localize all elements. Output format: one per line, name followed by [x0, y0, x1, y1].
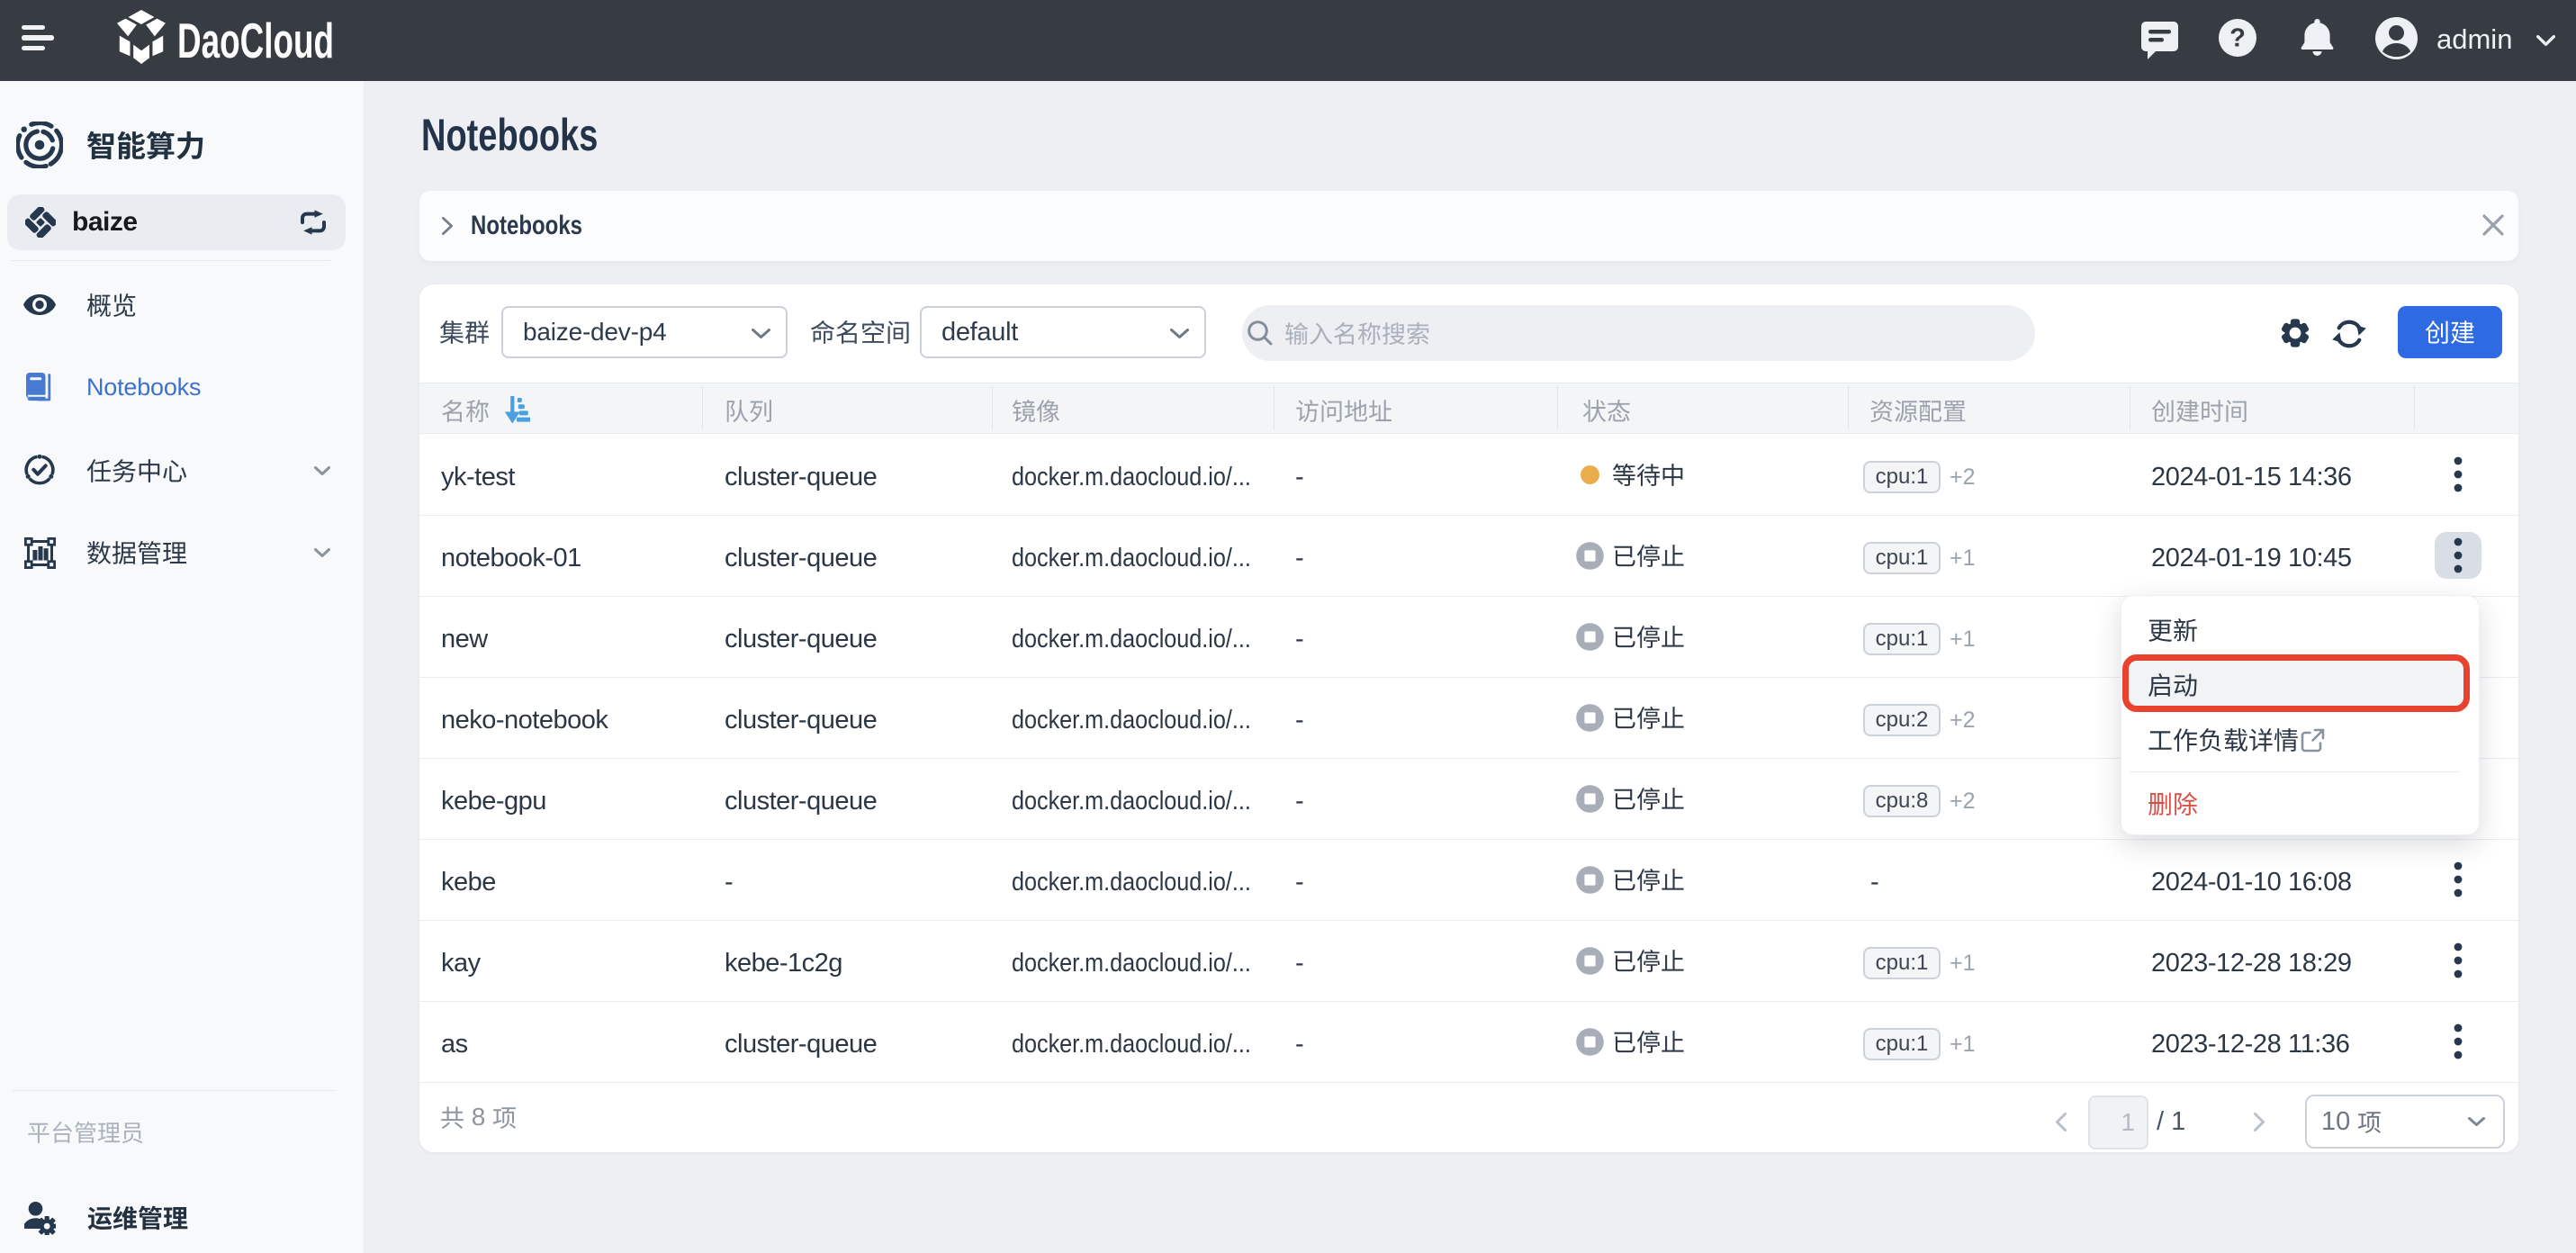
svg-text:?: ? [2229, 24, 2246, 53]
